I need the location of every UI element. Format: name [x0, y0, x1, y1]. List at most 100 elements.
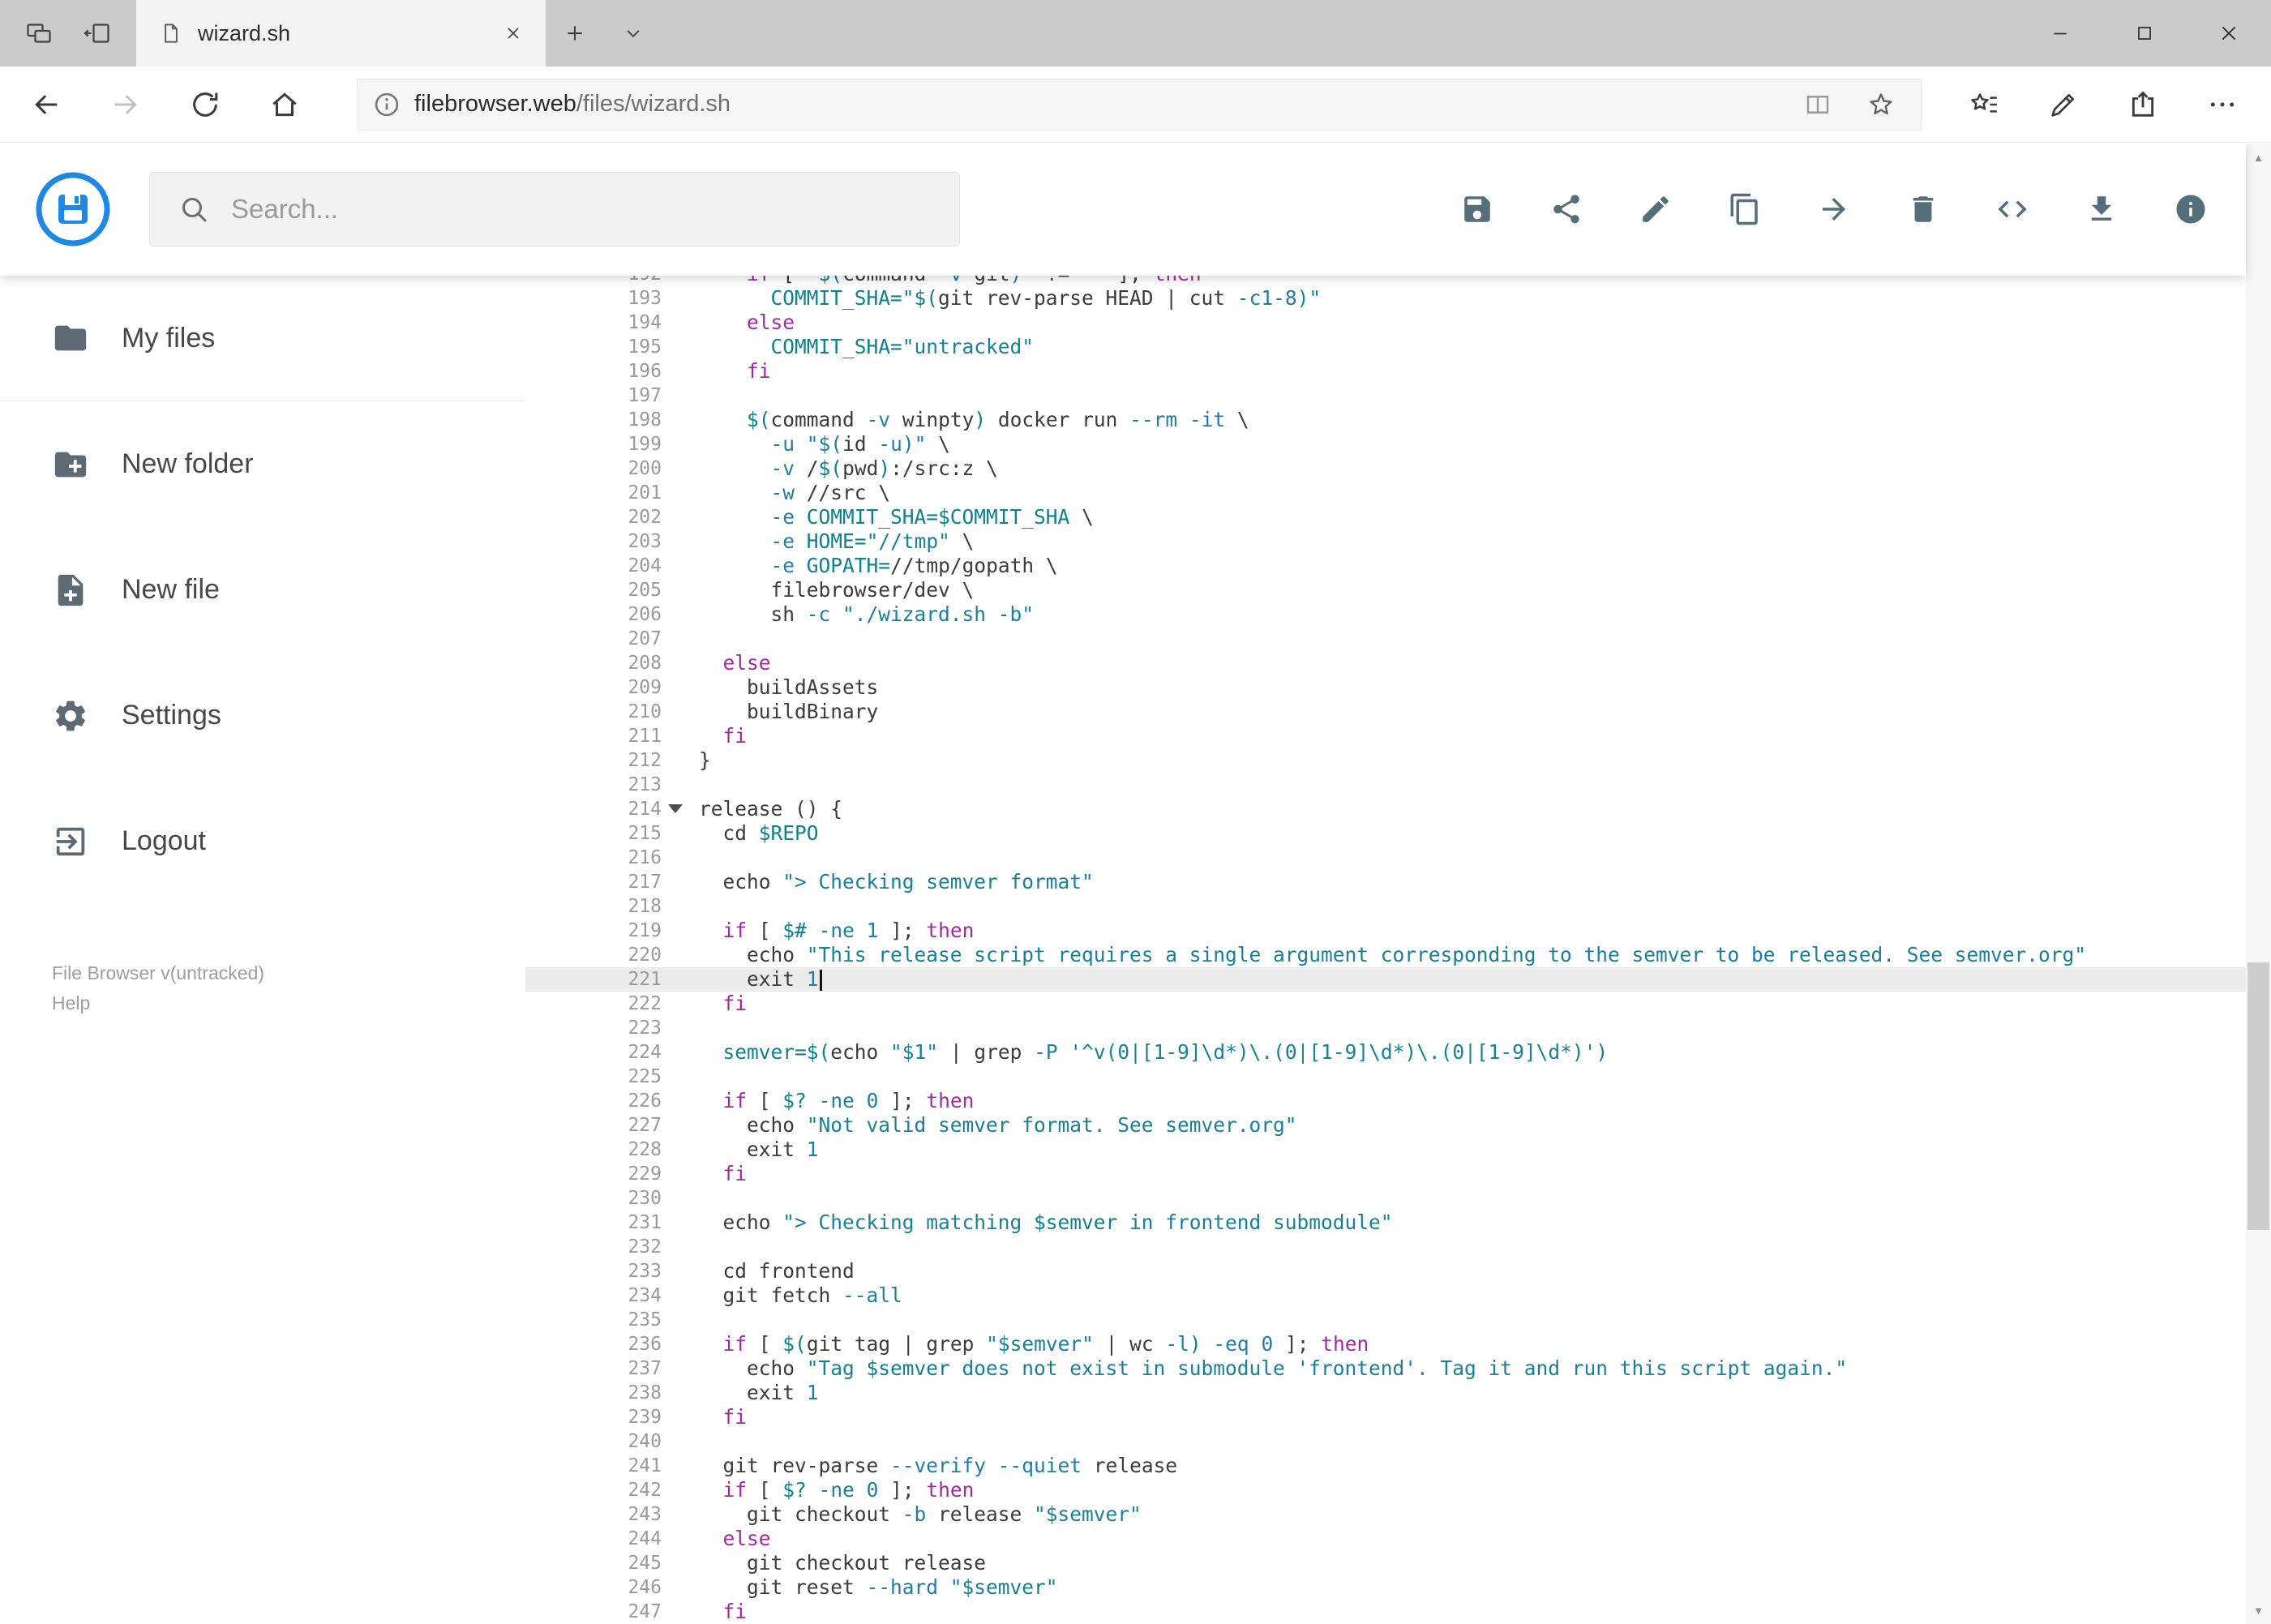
- more-button[interactable]: [2183, 66, 2262, 143]
- code-line[interactable]: echo "> Checking matching $semver in fro…: [673, 1211, 1393, 1235]
- code-line[interactable]: [673, 627, 699, 651]
- code-line[interactable]: if [ "$(command -v git)" != "" ]; then: [673, 276, 1202, 286]
- copy-button[interactable]: [1727, 191, 1763, 227]
- code-line[interactable]: buildAssets: [673, 675, 878, 700]
- code-line[interactable]: [673, 773, 699, 797]
- code-line[interactable]: else: [673, 1527, 771, 1551]
- code-line[interactable]: if [ $? -ne 0 ]; then: [673, 1478, 975, 1502]
- tab-list-dropdown-button[interactable]: [604, 0, 662, 66]
- code-line[interactable]: fi: [673, 1405, 748, 1429]
- code-line[interactable]: cd frontend: [673, 1259, 855, 1283]
- code-line[interactable]: [673, 1235, 699, 1259]
- scroll-down-button[interactable]: ▼: [2246, 1596, 2271, 1624]
- sidebar-item-logout[interactable]: Logout: [0, 778, 525, 904]
- rename-button[interactable]: [1638, 191, 1673, 227]
- code-line[interactable]: echo "Not valid semver format. See semve…: [673, 1113, 1297, 1138]
- code-line[interactable]: git checkout -b release "$semver": [673, 1502, 1142, 1527]
- code-editor[interactable]: 192 if [ "$(command -v git)" != "" ]; th…: [525, 276, 2246, 1624]
- scrollbar[interactable]: ▲ ▼: [2246, 144, 2271, 1624]
- code-line[interactable]: [673, 1186, 699, 1211]
- info-button[interactable]: [2173, 191, 2209, 227]
- code-line[interactable]: [673, 1065, 699, 1089]
- code-line[interactable]: fi: [673, 724, 748, 748]
- code-line[interactable]: echo "Tag $semver does not exist in subm…: [673, 1356, 1847, 1381]
- sidebar-item-new-file[interactable]: New file: [0, 527, 525, 653]
- code-line[interactable]: if [ $? -ne 0 ]; then: [673, 1089, 975, 1113]
- browser-tab[interactable]: wizard.sh: [136, 0, 546, 66]
- code-line[interactable]: cd $REPO: [673, 821, 819, 846]
- code-line[interactable]: -w //src \: [673, 481, 891, 505]
- code-line[interactable]: exit 1: [673, 967, 822, 992]
- code-button[interactable]: [1995, 191, 2030, 227]
- move-button[interactable]: [1816, 191, 1852, 227]
- url-field[interactable]: filebrowser.web/files/wizard.sh: [357, 78, 1922, 131]
- code-line[interactable]: COMMIT_SHA="$(git rev-parse HEAD | cut -…: [673, 286, 1322, 311]
- filebrowser-logo[interactable]: [34, 170, 112, 248]
- code-line[interactable]: fi: [673, 359, 771, 384]
- scroll-up-button[interactable]: ▲: [2246, 144, 2271, 171]
- code-line[interactable]: git fetch --all: [673, 1283, 902, 1308]
- code-line[interactable]: git reset --hard "$semver": [673, 1575, 1058, 1600]
- download-button[interactable]: [2084, 191, 2119, 227]
- code-line[interactable]: -e HOME="//tmp" \: [673, 529, 975, 554]
- back-button[interactable]: [6, 66, 86, 143]
- code-line[interactable]: [673, 1016, 699, 1040]
- code-line[interactable]: echo "> Checking semver format": [673, 870, 1094, 894]
- code-line[interactable]: fi: [673, 1162, 748, 1186]
- code-line[interactable]: [673, 846, 699, 870]
- maximize-button[interactable]: [2102, 0, 2187, 66]
- close-window-button[interactable]: [2187, 0, 2271, 66]
- search-box[interactable]: [149, 172, 960, 246]
- code-line[interactable]: $(command -v winpty) docker run --rm -it…: [673, 408, 1249, 432]
- code-line[interactable]: -e GOPATH=//tmp/gopath \: [673, 554, 1058, 578]
- code-line[interactable]: [673, 1308, 699, 1332]
- code-line[interactable]: -e COMMIT_SHA=$COMMIT_SHA \: [673, 505, 1094, 529]
- tab-close-button[interactable]: [497, 17, 529, 49]
- forward-button[interactable]: [86, 66, 165, 143]
- sidebar-item-settings[interactable]: Settings: [0, 653, 525, 778]
- home-button[interactable]: [245, 66, 324, 143]
- hub-button[interactable]: [1944, 66, 2024, 143]
- annotate-button[interactable]: [2024, 66, 2103, 143]
- sidebar-item-my-files[interactable]: My files: [0, 276, 525, 401]
- code-line[interactable]: [673, 894, 699, 919]
- site-info-icon[interactable]: [372, 90, 401, 119]
- set-tabs-aside-button[interactable]: [68, 0, 126, 66]
- code-line[interactable]: release () {: [673, 797, 842, 821]
- code-line[interactable]: if [ $# -ne 1 ]; then: [673, 919, 975, 943]
- code-line[interactable]: exit 1: [673, 1138, 819, 1162]
- code-line[interactable]: if [ $(git tag | grep "$semver" | wc -l)…: [673, 1332, 1369, 1356]
- scrollbar-thumb[interactable]: [2247, 962, 2269, 1230]
- code-line[interactable]: exit 1: [673, 1381, 819, 1405]
- save-button[interactable]: [1459, 191, 1495, 227]
- code-line[interactable]: }: [673, 748, 711, 773]
- new-tab-button[interactable]: [546, 0, 604, 66]
- share-button[interactable]: [1549, 191, 1584, 227]
- reading-view-button[interactable]: [1786, 80, 1849, 129]
- code-line[interactable]: fi: [673, 992, 748, 1016]
- code-line[interactable]: git checkout release: [673, 1551, 986, 1575]
- code-line[interactable]: sh -c "./wizard.sh -b": [673, 602, 1035, 627]
- code-line[interactable]: else: [673, 651, 771, 675]
- code-line[interactable]: [673, 384, 699, 408]
- code-line[interactable]: [673, 1429, 699, 1454]
- code-line[interactable]: echo "This release script requires a sin…: [673, 943, 2086, 967]
- fold-toggle-icon[interactable]: [668, 804, 683, 813]
- minimize-button[interactable]: [2018, 0, 2102, 66]
- tab-preview-button[interactable]: [10, 0, 68, 66]
- code-line[interactable]: COMMIT_SHA="untracked": [673, 335, 1035, 359]
- search-input[interactable]: [231, 194, 940, 225]
- code-line[interactable]: -u "$(id -u)" \: [673, 432, 950, 456]
- code-line[interactable]: semver=$(echo "$1" | grep -P '^v(0|[1-9]…: [673, 1040, 1609, 1065]
- code-line[interactable]: -v /$(pwd):/src:z \: [673, 456, 998, 481]
- code-line[interactable]: filebrowser/dev \: [673, 578, 975, 602]
- favorite-button[interactable]: [1849, 80, 1913, 129]
- sidebar-item-new-folder[interactable]: New folder: [0, 401, 525, 527]
- code-line[interactable]: fi: [673, 1600, 748, 1624]
- code-line[interactable]: else: [673, 311, 795, 335]
- help-link[interactable]: Help: [52, 988, 264, 1018]
- code-line[interactable]: git rev-parse --verify --quiet release: [673, 1454, 1178, 1478]
- delete-button[interactable]: [1905, 191, 1941, 227]
- code-line[interactable]: buildBinary: [673, 700, 878, 724]
- refresh-button[interactable]: [165, 66, 245, 143]
